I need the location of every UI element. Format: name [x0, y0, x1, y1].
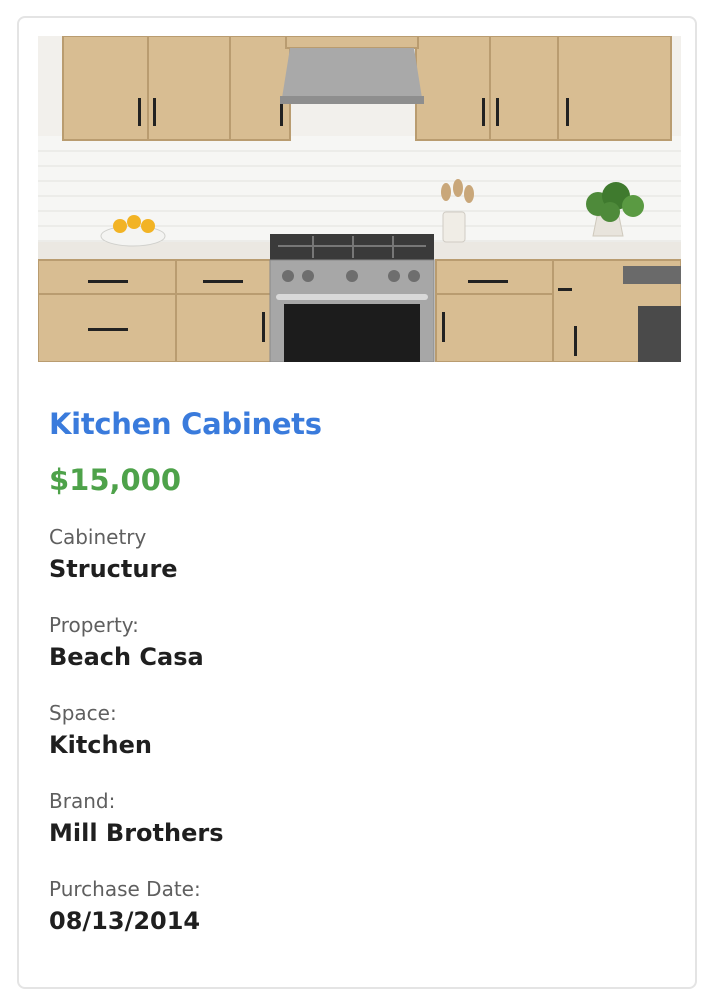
space-field: Space: Kitchen	[49, 699, 675, 763]
item-details: Kitchen Cabinets $15,000 Cabinetry Struc…	[49, 403, 675, 939]
brand-field: Brand: Mill Brothers	[49, 787, 675, 851]
property-value: Beach Casa	[49, 643, 204, 671]
kitchen-cabinets-photo	[38, 36, 681, 362]
purchase-date-label: Purchase Date:	[49, 877, 201, 901]
item-card: Kitchen Cabinets $15,000 Cabinetry Struc…	[17, 16, 697, 989]
type-value: Structure	[49, 555, 178, 583]
property-field: Property: Beach Casa	[49, 611, 675, 675]
space-value: Kitchen	[49, 731, 152, 759]
item-title[interactable]: Kitchen Cabinets	[49, 403, 675, 445]
purchase-date-value: 08/13/2014	[49, 907, 201, 935]
property-label: Property:	[49, 613, 139, 637]
category-field: Cabinetry Structure	[49, 523, 675, 587]
space-label: Space:	[49, 701, 117, 725]
item-price: $15,000	[49, 463, 182, 497]
brand-value: Mill Brothers	[49, 819, 224, 847]
brand-label: Brand:	[49, 789, 116, 813]
category-label: Cabinetry	[49, 525, 147, 549]
purchase-date-field: Purchase Date: 08/13/2014	[49, 875, 675, 939]
